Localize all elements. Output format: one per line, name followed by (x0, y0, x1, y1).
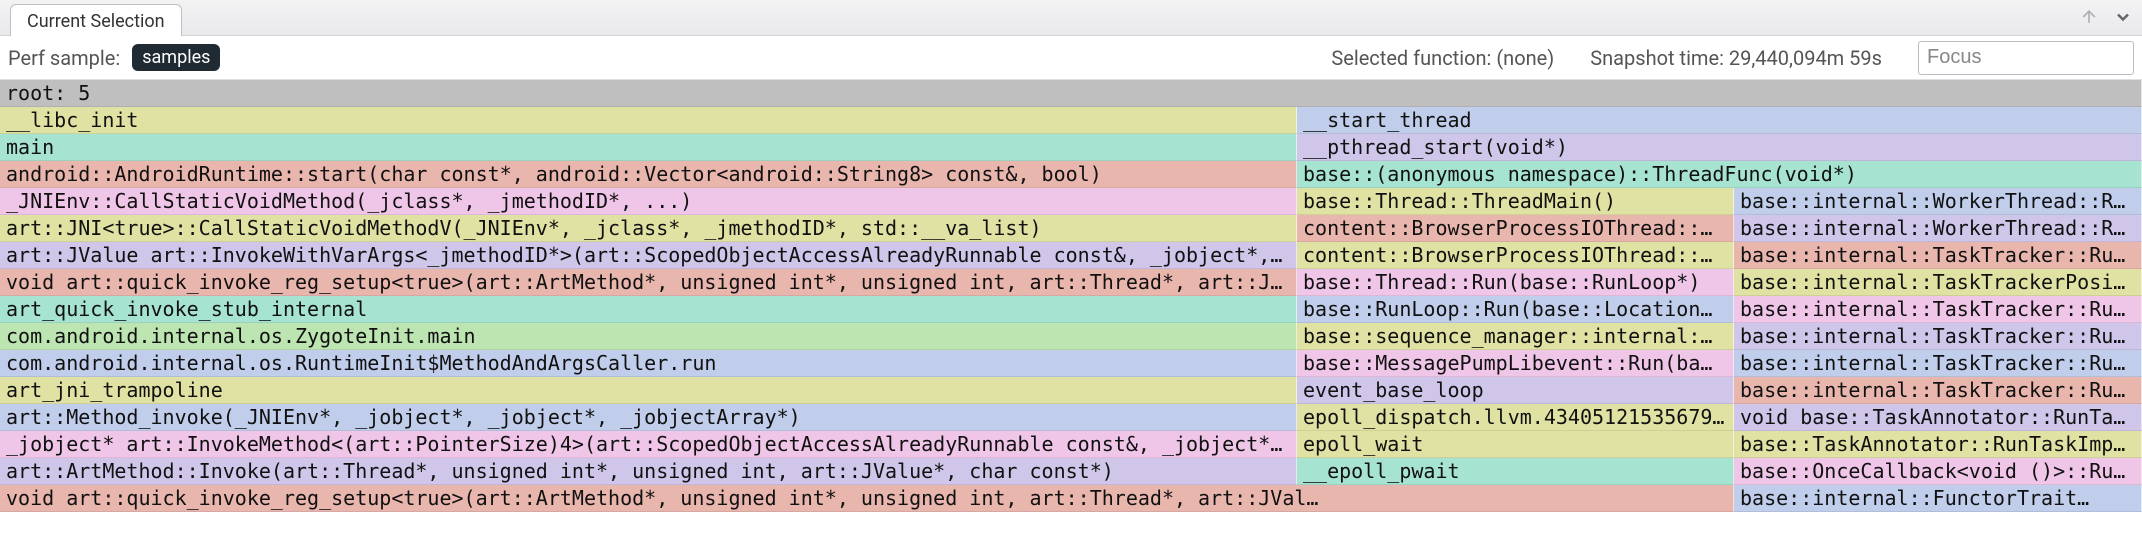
flame-frame[interactable]: _jobject* art::InvokeMethod<(art::Pointe… (0, 431, 1297, 458)
flame-row: __libc_init__start_thread (0, 107, 2142, 134)
flame-frame[interactable]: art::ArtMethod::Invoke(art::Thread*, uns… (0, 458, 1297, 485)
flame-row: android::AndroidRuntime::start(char cons… (0, 161, 2142, 188)
flame-row: art::ArtMethod::Invoke(art::Thread*, uns… (0, 458, 2142, 485)
flame-row: main__pthread_start(void*) (0, 134, 2142, 161)
flame-frame[interactable]: main (0, 134, 1297, 161)
flame-frame[interactable]: __pthread_start(void*) (1297, 134, 2142, 161)
flame-frame[interactable]: _JNIEnv::CallStaticVoidMethod(_jclass*, … (0, 188, 1297, 215)
samples-pill[interactable]: samples (132, 44, 220, 71)
flame-frame[interactable]: base::Thread::Run(base::RunLoop*) (1297, 269, 1734, 296)
selected-function-label: Selected function: (1331, 46, 1491, 70)
flame-frame[interactable]: base::internal::TaskTracker::RunT… (1734, 296, 2142, 323)
flame-frame[interactable]: art::JValue art::InvokeWithVarArgs<_jmet… (0, 242, 1297, 269)
tab-bar: Current Selection (0, 0, 2142, 36)
flame-graph[interactable]: root: 5__libc_init__start_threadmain__pt… (0, 80, 2142, 512)
flame-frame[interactable]: __epoll_pwait (1297, 458, 1734, 485)
flame-frame[interactable]: base::internal::TaskTracker::RunA… (1734, 242, 2142, 269)
flame-frame[interactable]: void art::quick_invoke_reg_setup<true>(a… (0, 269, 1297, 296)
tab-label: Current Selection (27, 11, 165, 32)
flame-frame[interactable]: art::JNI<true>::CallStaticVoidMethodV(_J… (0, 215, 1297, 242)
flame-frame[interactable]: base::OnceCallback<void ()>::Run() && (1734, 458, 2142, 485)
snapshot-time: Snapshot time: 29,440,094m 59s (1590, 46, 1882, 70)
flame-frame[interactable]: content::BrowserProcessIOThread::… (1297, 242, 1734, 269)
flame-row: void art::quick_invoke_reg_setup<true>(a… (0, 269, 2142, 296)
focus-input[interactable] (1918, 41, 2134, 75)
flame-row: void art::quick_invoke_reg_setup<true>(a… (0, 485, 2142, 512)
flame-frame[interactable]: base::Thread::ThreadMain() (1297, 188, 1734, 215)
flame-frame[interactable]: base::internal::TaskTracker::RunT… (1734, 377, 2142, 404)
selected-function-value: (none) (1496, 46, 1554, 70)
flame-frame[interactable]: com.android.internal.os.ZygoteInit.main (0, 323, 1297, 350)
flame-frame[interactable]: base::internal::TaskTracker::RunT… (1734, 323, 2142, 350)
flame-row: art::JValue art::InvokeWithVarArgs<_jmet… (0, 242, 2142, 269)
flame-frame[interactable]: epoll_wait (1297, 431, 1734, 458)
flame-frame[interactable]: art_quick_invoke_stub_internal (0, 296, 1297, 323)
flame-frame[interactable]: base::(anonymous namespace)::ThreadFunc(… (1297, 161, 2142, 188)
flame-row: art_jni_trampolineevent_base_loopbase::i… (0, 377, 2142, 404)
flame-frame[interactable]: base::internal::TaskTracker::RunB… (1734, 350, 2142, 377)
flame-frame[interactable]: base::MessagePumpLibevent::Run(ba… (1297, 350, 1734, 377)
snapshot-value: 29,440,094m 59s (1729, 46, 1882, 70)
flame-frame[interactable]: __libc_init (0, 107, 1297, 134)
flame-row: root: 5 (0, 80, 2142, 107)
tab-current-selection[interactable]: Current Selection (10, 4, 182, 36)
flame-row: _jobject* art::InvokeMethod<(art::Pointe… (0, 431, 2142, 458)
flame-frame[interactable]: android::AndroidRuntime::start(char cons… (0, 161, 1297, 188)
flame-row: art::JNI<true>::CallStaticVoidMethodV(_J… (0, 215, 2142, 242)
header-controls (2076, 4, 2136, 30)
flame-frame[interactable]: art::Method_invoke(_JNIEnv*, _jobject*, … (0, 404, 1297, 431)
info-bar: Perf sample: samples Selected function: … (0, 36, 2142, 80)
flame-row: com.android.internal.os.RuntimeInit$Meth… (0, 350, 2142, 377)
flame-frame[interactable]: __start_thread (1297, 107, 2142, 134)
flame-row: art_quick_invoke_stub_internalbase::RunL… (0, 296, 2142, 323)
flame-frame[interactable]: art_jni_trampoline (0, 377, 1297, 404)
flame-frame[interactable]: base::internal::TaskTrackerPosix:… (1734, 269, 2142, 296)
flame-frame[interactable]: content::BrowserProcessIOThread::… (1297, 215, 1734, 242)
flame-frame[interactable]: void base::TaskAnnotator::RunTask… (1734, 404, 2142, 431)
flame-frame[interactable]: epoll_dispatch.llvm.434051215356799824 (1297, 404, 1734, 431)
chevron-down-icon[interactable] (2110, 4, 2136, 30)
flame-frame[interactable]: base::TaskAnnotator::RunTaskImpl(… (1734, 431, 2142, 458)
selected-function: Selected function: (none) (1331, 46, 1554, 70)
flame-row: art::Method_invoke(_JNIEnv*, _jobject*, … (0, 404, 2142, 431)
flame-frame[interactable]: root: 5 (0, 80, 2142, 107)
flame-row: _JNIEnv::CallStaticVoidMethod(_jclass*, … (0, 188, 2142, 215)
up-arrow-icon (2076, 4, 2102, 30)
flame-frame[interactable]: com.android.internal.os.RuntimeInit$Meth… (0, 350, 1297, 377)
flame-frame[interactable]: base::internal::FunctorTrait… (1734, 485, 2142, 512)
flame-frame[interactable]: void art::quick_invoke_reg_setup<true>(a… (0, 485, 1734, 512)
flame-frame[interactable]: base::internal::WorkerThread::Run… (1734, 215, 2142, 242)
perf-sample-label: Perf sample: (8, 46, 120, 70)
flame-row: com.android.internal.os.ZygoteInit.mainb… (0, 323, 2142, 350)
flame-frame[interactable]: event_base_loop (1297, 377, 1734, 404)
snapshot-label: Snapshot time: (1590, 46, 1724, 70)
flame-frame[interactable]: base::sequence_manager::internal:… (1297, 323, 1734, 350)
flame-frame[interactable]: base::internal::WorkerThread::Run… (1734, 188, 2142, 215)
flame-frame[interactable]: base::RunLoop::Run(base::Location… (1297, 296, 1734, 323)
